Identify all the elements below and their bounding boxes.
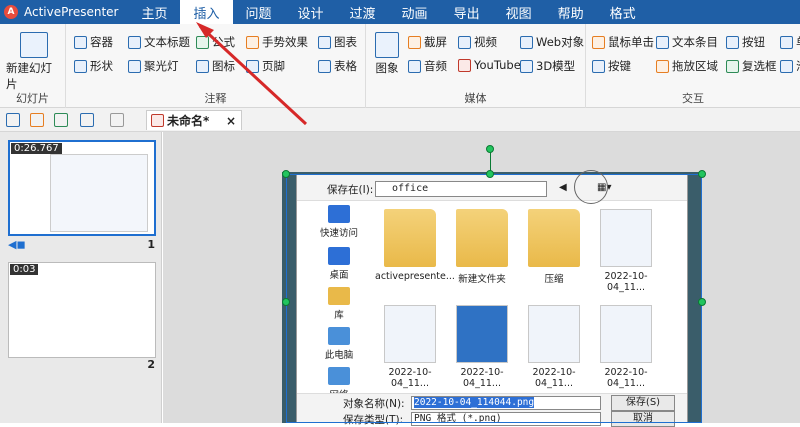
annotation-arrow — [196, 22, 308, 126]
arrow-shaft — [198, 24, 308, 126]
